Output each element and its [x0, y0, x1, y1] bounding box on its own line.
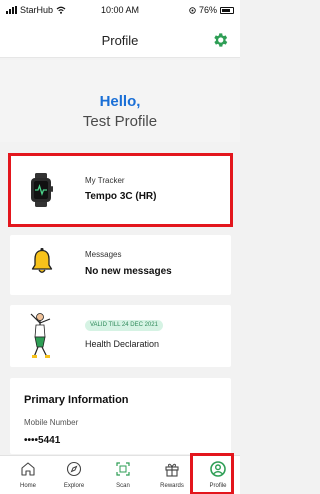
greeting-hello: Hello,	[99, 93, 141, 110]
tab-scan-label: Scan	[116, 483, 130, 489]
bottom-tab-bar: Home Explore Scan Rewards Profile	[0, 453, 240, 494]
gear-icon[interactable]	[211, 31, 229, 49]
person-illustration-icon	[30, 313, 51, 358]
mobile-number-value: ••••5441	[24, 435, 61, 446]
primary-information-heading: Primary Information	[24, 394, 129, 406]
tab-home[interactable]: Home	[6, 456, 50, 494]
tab-explore[interactable]: Explore	[52, 456, 96, 494]
compass-icon	[66, 461, 82, 477]
status-bar: StarHub 10:00 AM 76%	[0, 0, 240, 22]
messages-label: Messages	[85, 250, 122, 259]
tab-home-label: Home	[19, 483, 36, 489]
messages-card[interactable]: Messages No new messages	[10, 235, 231, 295]
tab-explore-label: Explore	[63, 483, 85, 489]
page-title: Profile	[101, 33, 139, 48]
greeting-name: Test Profile	[82, 113, 158, 130]
tab-scan[interactable]: Scan	[101, 456, 145, 494]
primary-information-card: Primary Information Mobile Number ••••54…	[10, 378, 231, 454]
profile-tab-highlight-box	[190, 453, 234, 494]
location-icon	[189, 6, 196, 14]
tab-profile[interactable]: Profile	[190, 453, 240, 494]
home-icon	[21, 462, 35, 476]
app-header: Profile	[0, 22, 240, 58]
mobile-number-label: Mobile Number	[24, 418, 79, 427]
tab-rewards-label: Rewards	[160, 483, 184, 489]
health-declaration-card[interactable]: VALID TILL 24 DEC 2021 Health Declaratio…	[10, 305, 231, 367]
battery-group: 76%	[189, 5, 234, 15]
scan-icon	[116, 462, 130, 476]
greeting-section: Hello, Test Profile	[0, 60, 240, 142]
battery-percent: 76%	[198, 5, 217, 15]
validity-badge: VALID TILL 24 DEC 2021	[85, 320, 163, 331]
battery-icon	[220, 6, 234, 14]
tab-rewards[interactable]: Rewards	[150, 456, 194, 494]
bell-icon	[31, 248, 53, 273]
my-tracker-card[interactable]: My Tracker Tempo 3C (HR)	[8, 153, 233, 227]
tracker-highlight-box	[8, 153, 233, 227]
gift-icon	[165, 463, 179, 477]
messages-value: No new messages	[85, 266, 172, 277]
health-declaration-label: Health Declaration	[85, 339, 160, 349]
